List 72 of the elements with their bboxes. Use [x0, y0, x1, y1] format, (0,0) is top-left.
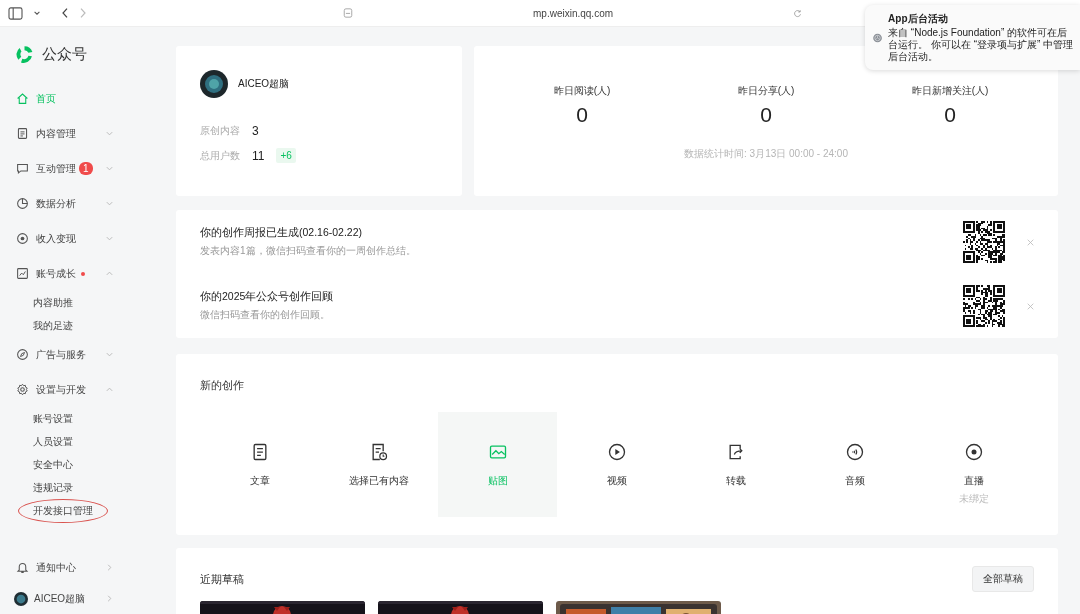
nav-item[interactable]: 内容管理: [14, 116, 114, 151]
nav-item[interactable]: 数据分析: [14, 186, 114, 221]
play-icon: [607, 442, 627, 462]
bell-icon: [16, 561, 29, 574]
target-icon: [16, 232, 29, 245]
notice-description: 微信扫码查看你的创作回顾。: [200, 308, 331, 322]
stat-label: 总用户数: [200, 148, 241, 163]
stat-value: 3: [252, 123, 259, 138]
nav-subitem[interactable]: 人员设置: [18, 429, 88, 454]
delta-tag: +6: [276, 148, 296, 163]
logo-text: 公众号: [42, 45, 87, 64]
nav-subitem[interactable]: 我的足迹: [18, 313, 88, 338]
nav-item[interactable]: 通知中心: [14, 552, 114, 583]
pie-chart-icon: [16, 197, 29, 210]
creation-option[interactable]: 文章: [200, 412, 320, 517]
stat-label: 原创内容: [200, 123, 241, 138]
site-icon: [343, 8, 353, 18]
chevron-down-icon[interactable]: [33, 9, 41, 17]
document-icon: [16, 127, 29, 140]
settings-icon: [16, 383, 29, 396]
notice-title: 你的创作周报已生成(02.16-02.22): [200, 226, 364, 240]
avatar: [200, 70, 228, 98]
creation-option[interactable]: 视频: [557, 412, 677, 517]
reload-icon[interactable]: [793, 8, 803, 18]
metric-value: 0: [576, 103, 588, 127]
chevron-right-icon: [105, 594, 114, 603]
metric-label: 昨日分享(人): [737, 84, 795, 98]
forward-icon[interactable]: [79, 7, 87, 19]
stat-value: 11: [252, 148, 265, 163]
account-name: AICEO超脑: [238, 77, 290, 91]
stats-note: 数据统计时间: 3月13日 00:00 - 24:00: [684, 147, 848, 161]
notice-title: 你的2025年公众号创作回顾: [200, 290, 335, 304]
nav-subitem[interactable]: 内容助推: [18, 290, 88, 315]
home-icon: [16, 92, 29, 105]
record-icon: [964, 442, 985, 462]
audio-icon: [845, 442, 866, 462]
nav-item[interactable]: 互动管理 1: [14, 151, 114, 186]
section-title: 近期草稿: [200, 571, 244, 587]
all-drafts-button[interactable]: 全部草稿: [972, 566, 1034, 592]
nav-item[interactable]: AICEO超脑: [14, 583, 114, 614]
nav-subitem[interactable]: 安全中心: [18, 452, 88, 477]
line-chart-icon: [16, 267, 29, 280]
nav-item[interactable]: 账号成长: [14, 256, 114, 291]
qr-code: [963, 221, 1005, 263]
metric-value: 0: [760, 103, 772, 127]
notification-title: App后台活动: [888, 12, 949, 26]
avatar: [14, 591, 28, 606]
qr-code: [963, 285, 1005, 327]
creation-option[interactable]: 转载: [676, 412, 796, 517]
nav-subitem[interactable]: 违规记录: [18, 475, 88, 500]
metric-value: 0: [944, 103, 956, 127]
metric-label: 昨日阅读(人): [553, 84, 611, 98]
chevron-right-icon: [105, 563, 114, 572]
sidebar-toggle-icon[interactable]: [8, 6, 23, 20]
nav-item[interactable]: 广告与服务: [14, 337, 114, 372]
logo-icon: [14, 44, 35, 65]
nav-subitem[interactable]: 账号设置: [18, 406, 88, 431]
close-icon[interactable]: [1027, 238, 1034, 246]
back-icon[interactable]: [61, 7, 69, 19]
url-text[interactable]: mp.weixin.qq.com: [533, 7, 614, 19]
close-icon[interactable]: [1027, 302, 1034, 310]
creation-option[interactable]: 选择已有内容: [319, 412, 439, 517]
notification-popup[interactable]: App后台活动 来自 “Node.js Foundation” 的软件可在后台运行。 你可以在 “登录项与扩展” 中管理后台活动。: [865, 5, 1080, 70]
nav-item[interactable]: 设置与开发: [14, 372, 114, 407]
notification-body: 来自 “Node.js Foundation” 的软件可在后台运行。 你可以在 “登录项与扩展” 中管理后台活动。: [888, 27, 1075, 63]
section-title: 新的创作: [200, 379, 244, 391]
chat-icon: [16, 162, 29, 175]
count-badge: 1: [79, 162, 93, 175]
compass-icon: [16, 348, 29, 361]
metric-label: 昨日新增关注(人): [911, 84, 989, 98]
nav-item[interactable]: 收入变现: [14, 221, 114, 256]
creation-option[interactable]: 音频: [795, 412, 915, 517]
